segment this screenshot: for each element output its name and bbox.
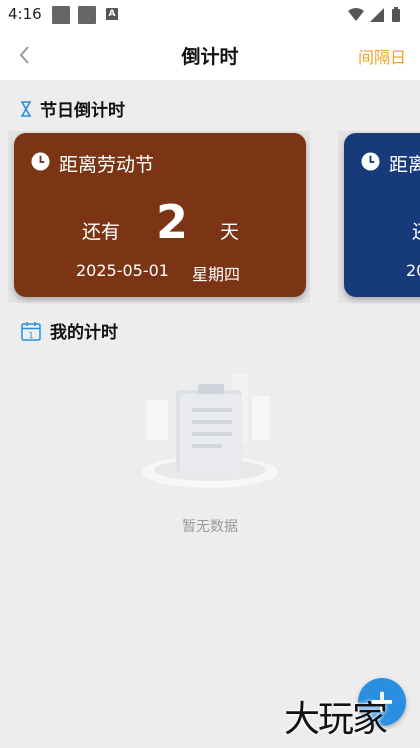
days-unit: 天 — [220, 221, 240, 243]
notification-icon — [78, 6, 96, 24]
holiday-weekday: 星期四 — [192, 265, 241, 284]
calendar-icon: 1 — [21, 321, 41, 341]
interval-days-link[interactable]: 间隔日 — [358, 44, 406, 68]
empty-state-illustration — [142, 374, 278, 488]
hourglass-icon — [21, 100, 31, 117]
my-timers-title: 我的计时 — [50, 323, 118, 343]
my-timers-section-header: 1 我的计时 — [20, 318, 118, 343]
watermark: 大玩家 — [284, 699, 388, 740]
status-icons — [348, 7, 400, 22]
app-notification-icon: A — [106, 8, 118, 20]
status-bar: 4:16 A — [0, 0, 420, 30]
holiday-name: 距离 — [389, 154, 420, 176]
holiday-name: 距离劳动节 — [59, 154, 155, 176]
holiday-section-header: 节日倒计时 — [20, 96, 125, 121]
clock-icon — [31, 152, 50, 171]
svg-text:1: 1 — [28, 331, 33, 340]
holiday-date: 20 — [406, 261, 420, 280]
signal-icon — [370, 8, 384, 22]
wifi-icon — [348, 8, 364, 21]
remain-label: 还 — [412, 217, 420, 244]
app-header: 倒计时 间隔日 — [0, 30, 420, 80]
days-count: 2 — [156, 195, 189, 249]
battery-icon — [392, 9, 400, 22]
clock-icon — [361, 152, 380, 171]
status-time: 4:16 — [8, 5, 42, 23]
holiday-card[interactable]: 距离劳动节 还有 2 天 2025-05-01 星期四 — [14, 133, 306, 297]
notification-icon — [52, 6, 70, 24]
holiday-section-title: 节日倒计时 — [40, 101, 125, 121]
holiday-card-carousel[interactable]: 距离劳动节 还有 2 天 2025-05-01 星期四 距离 还 20 — [0, 128, 420, 308]
holiday-date: 2025-05-01 — [76, 261, 169, 280]
empty-state-text: 暂无数据 — [182, 519, 238, 535]
remain-label: 还有 — [82, 221, 121, 243]
holiday-card[interactable]: 距离 还 20 — [344, 133, 420, 297]
